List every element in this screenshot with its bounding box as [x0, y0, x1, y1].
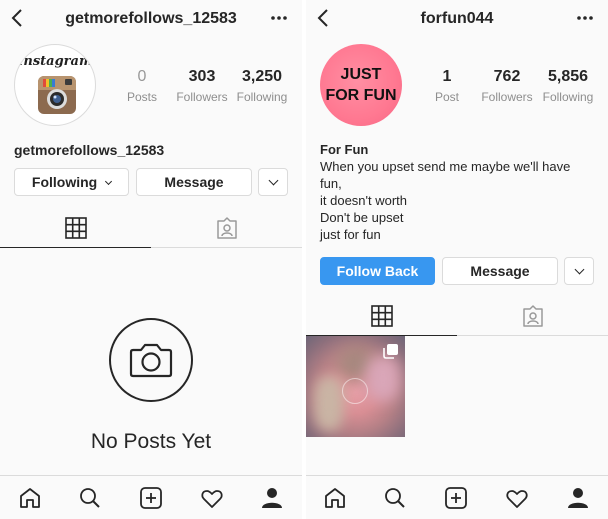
posts-count: 1 [442, 68, 452, 85]
more-dots-icon[interactable] [270, 15, 288, 21]
message-button[interactable]: Message [136, 168, 252, 196]
followers-label: Followers [481, 90, 533, 104]
grid-icon [64, 217, 87, 239]
camera-icon [129, 343, 173, 378]
message-button-label: Message [164, 174, 224, 190]
bio-name: For Fun [320, 142, 369, 157]
avatar-text: JUST FOR FUN [320, 64, 402, 106]
profile-bio: For Fun When you upset send me maybe we'… [320, 141, 570, 243]
plus-square-icon[interactable] [139, 486, 163, 510]
profile-icon[interactable] [260, 486, 284, 510]
message-button[interactable]: Message [442, 257, 558, 285]
following-button-label: Following [31, 174, 98, 190]
following-button[interactable]: Following [14, 168, 129, 196]
posts-label: Posts [126, 90, 157, 104]
grid-icon [370, 305, 393, 327]
instagram-logo-text: Instagram [17, 54, 93, 69]
message-button-label: Message [470, 263, 530, 279]
empty-state-camera [109, 318, 193, 402]
tab-grid[interactable] [0, 208, 151, 248]
plus-square-icon[interactable] [444, 486, 468, 510]
profile-username: getmorefollows_12583 [65, 10, 237, 27]
posts-stat: 1 Post [414, 68, 480, 104]
followers-stat[interactable]: 762 Followers [474, 68, 540, 104]
more-dots-icon[interactable] [576, 15, 594, 21]
profile-panel-left: getmorefollows_12583 Instagram 0 Posts 3… [0, 0, 302, 519]
suggested-dropdown-button[interactable] [564, 257, 594, 285]
tab-grid[interactable] [306, 296, 457, 336]
heart-icon[interactable] [505, 486, 529, 510]
empty-state-text: No Posts Yet [90, 430, 212, 453]
posts-stat: 0 Posts [109, 68, 175, 104]
bio-line: Don't be upset [320, 210, 404, 225]
profile-icon[interactable] [566, 486, 590, 510]
home-icon[interactable] [18, 486, 42, 510]
followers-count: 762 [493, 68, 521, 85]
home-icon[interactable] [323, 486, 347, 510]
tab-tagged[interactable] [151, 208, 302, 248]
top-bar: forfun044 [306, 0, 608, 38]
search-icon[interactable] [383, 486, 407, 510]
posts-label: Post [434, 90, 459, 104]
suggested-dropdown-button[interactable] [258, 168, 288, 196]
chevron-down-icon [105, 177, 113, 186]
avatar-text-line1: JUST [340, 66, 382, 83]
top-bar: getmorefollows_12583 [0, 0, 302, 38]
instagram-camera-icon [38, 76, 76, 114]
avatar[interactable]: JUST FOR FUN [320, 44, 402, 126]
profile-tabs [0, 208, 302, 248]
profile-username: forfun044 [420, 10, 494, 27]
following-stat[interactable]: 3,250 Following [229, 68, 295, 104]
bio-line: it doesn't worth [320, 193, 408, 208]
following-count: 5,856 [547, 68, 589, 85]
following-stat[interactable]: 5,856 Following [535, 68, 601, 104]
following-label: Following [236, 90, 288, 104]
multiple-posts-icon [383, 344, 398, 359]
tagged-icon [522, 305, 543, 327]
bio-line: When you upset send me maybe we'll have [320, 159, 571, 174]
following-label: Following [542, 90, 594, 104]
followers-label: Followers [176, 90, 228, 104]
post-thumbnail[interactable] [306, 336, 405, 437]
tagged-icon [216, 217, 237, 239]
search-icon[interactable] [78, 486, 102, 510]
followers-stat[interactable]: 303 Followers [169, 68, 235, 104]
profile-panel-right: forfun044 JUST FOR FUN 1 Post 762 Follow… [306, 0, 608, 519]
followers-count: 303 [188, 68, 216, 85]
bottom-nav [306, 475, 608, 519]
following-count: 3,250 [241, 68, 283, 85]
tab-tagged[interactable] [457, 296, 608, 336]
avatar[interactable]: Instagram [14, 44, 96, 126]
heart-icon[interactable] [200, 486, 224, 510]
posts-count: 0 [137, 68, 147, 85]
chevron-down-icon [268, 175, 278, 186]
bio-line: just for fun [320, 227, 381, 242]
bottom-nav [0, 475, 302, 519]
follow-back-button[interactable]: Follow Back [320, 257, 435, 285]
bio-line: fun, [320, 176, 342, 191]
profile-tabs [306, 296, 608, 336]
follow-back-button-label: Follow Back [336, 263, 419, 279]
avatar-text-line2: FOR FUN [325, 87, 397, 104]
chevron-down-icon [574, 264, 584, 275]
display-name: getmorefollows_12583 [14, 142, 165, 158]
